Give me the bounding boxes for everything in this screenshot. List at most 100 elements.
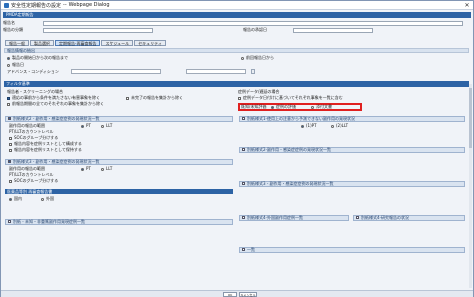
title-bar: 安全性定期報告の設定 -- Webpage Dialog ✕ [1, 1, 473, 10]
period-radio-3[interactable]: 報告日 [7, 62, 24, 67]
left1-item-4[interactable]: 報告内容を症例リストとして構成する [9, 141, 82, 146]
report-category-label: 報告の分類 [3, 27, 23, 32]
checkbox-off-icon [8, 220, 11, 223]
approval-date-input[interactable] [293, 27, 373, 33]
approval-date-label: 報告の承認日 [243, 27, 267, 32]
radio-on-icon [271, 105, 274, 109]
report-name-label: 報告名 [3, 20, 15, 25]
tab-general[interactable]: 報告一般 [5, 40, 29, 46]
left2-item-3[interactable]: SOCのグループ分けする [9, 178, 58, 183]
left1-item-1: 副作用の報告の範囲 [9, 123, 45, 128]
left2-radio-llt[interactable]: LLT [101, 166, 112, 171]
report-type-1[interactable]: 国内 [9, 196, 22, 201]
checkbox-off-icon [9, 136, 12, 140]
calendar-icon[interactable] [251, 69, 255, 74]
left1-radio-pt[interactable]: PT [81, 123, 91, 128]
radio-on-icon [7, 56, 10, 60]
filter-right-head: 症例データ/遅延の場合 [238, 89, 280, 94]
title-separator: -- [63, 2, 67, 8]
dialog-window: 安全性定期報告の設定 -- Webpage Dialog ✕ PMDA定期報告 … [0, 0, 474, 297]
filter-section-title: フィルタ基準 [4, 81, 469, 87]
vertical-scrollbar[interactable] [469, 84, 472, 288]
panel-right-6[interactable]: 一覧 [239, 247, 465, 253]
checkbox-off-icon [7, 102, 10, 106]
left1-radio-llt[interactable]: LLT [101, 123, 112, 128]
period-section-title: 報告情報の抽出 [4, 48, 469, 53]
compound-input[interactable] [71, 69, 161, 74]
radio-on-icon [81, 124, 84, 128]
checkbox-off-icon [242, 216, 245, 219]
report-name-row: 報告名 [3, 20, 463, 26]
report-category-select[interactable] [43, 27, 153, 33]
panel-right-4[interactable]: 別紙様式4-外国副作用症例一覧 [239, 215, 349, 221]
filter-left-2[interactable]: 未完了の報告を集計から除く [126, 95, 183, 100]
known-unknown-label: 既知/未知評価 [241, 104, 267, 109]
panel-left-1[interactable]: 別紙様式2 - 副作用・感染症症例の発現状況一覧 [5, 116, 233, 122]
radio-off-icon [101, 167, 104, 171]
radio-on-icon [301, 124, 304, 128]
radio-off-icon [241, 56, 244, 60]
checkbox-off-icon [242, 148, 245, 151]
checkbox-off-icon [9, 142, 12, 146]
checkbox-on-icon [7, 96, 10, 100]
panel-right-3[interactable]: 別紙様式3 - 副作用・感染症症例の発現状況一覧 [239, 181, 465, 187]
tab-strip: 報告一般 製品選択 定期報告-再審査報告 スケジュール セキュリティ [5, 40, 166, 46]
window-title: 安全性定期報告の設定 [11, 2, 62, 9]
panel-right-2[interactable]: 別紙様式2-副作用・感染症症例の発現状況一覧 [239, 147, 465, 153]
panel-left-4[interactable]: 別紙 - 未知・非重篤副作用発現症例一覧 [5, 219, 233, 225]
period-radio-2[interactable]: 前回報告日から [241, 55, 274, 60]
period-radio-1[interactable]: 製品の開始日から次の報告まで [7, 55, 68, 60]
filter-right-1[interactable]: 症例データ日付けに基づいてそれぞれ事象を一覧に含む [238, 95, 343, 100]
radio-off-icon [41, 197, 44, 201]
filter-left-3[interactable]: 前報告期間の全てのそれぞれの事象を集計から除く [7, 101, 104, 106]
checkbox-off-icon [126, 96, 129, 100]
tab-periodic[interactable]: 定期報告-再審査報告 [55, 40, 101, 46]
checkbox-on-icon [8, 117, 11, 120]
left2-item-1: 副作用の報告の範囲 [9, 166, 45, 171]
right1-count-llt[interactable]: (2)LLT [331, 123, 348, 128]
radio-off-icon [101, 124, 104, 128]
close-icon[interactable]: ✕ [463, 2, 471, 9]
checkbox-off-icon [242, 182, 245, 185]
left2-item-2: PT/LLTのカウントレベル [9, 172, 54, 177]
tab-security[interactable]: セキュリティ [134, 40, 166, 46]
checkbox-on-icon [8, 160, 11, 163]
app-icon [4, 2, 9, 8]
window-subtitle: Webpage Dialog [68, 2, 110, 8]
left1-item-5[interactable]: 報告内容を症例リストとして保持する [9, 147, 82, 152]
radio-off-icon [7, 63, 10, 67]
filter-left-1[interactable]: 適応の事前から条件を満たさない有害事象を除く [7, 95, 100, 100]
radio-off-icon [331, 124, 334, 128]
left2-radio-pt[interactable]: PT [81, 166, 91, 171]
panel-right-1[interactable]: 別紙様式1-使用上の注意から予測できない副作用の発現状況 [239, 116, 465, 122]
panel-left-2[interactable]: 別紙様式3 - 副作用・感染症症例の発現状況一覧 [5, 159, 233, 165]
left1-item-3[interactable]: SOCのグループ分けする [9, 135, 58, 140]
ok-button[interactable]: OK [223, 292, 237, 297]
checkbox-off-icon [9, 179, 12, 183]
radio-on-icon [9, 197, 12, 201]
scroll-thumb[interactable] [469, 88, 472, 148]
known-unknown-radio-2[interactable]: 添付文書 [311, 104, 332, 109]
filter-left-head: 報告者・スクリーニングの場合 [7, 89, 63, 94]
tab-schedule[interactable]: スケジュール [101, 40, 134, 46]
compound-label: アドバンス・コンディション [7, 69, 59, 74]
report-category-row: 報告の分類 報告の承認日 [3, 27, 373, 33]
left1-item-2: PT/LLTのカウントレベル [9, 129, 54, 134]
radio-on-icon [81, 167, 84, 171]
known-unknown-radio[interactable]: 症例の評価 [271, 104, 296, 109]
dialog-footer: OK キャンセル [1, 290, 473, 297]
report-type-2[interactable]: 外国 [41, 196, 54, 201]
cancel-button[interactable]: キャンセル [239, 292, 257, 297]
checkbox-off-icon [356, 216, 359, 219]
checkbox-off-icon [238, 96, 241, 100]
date-from-input[interactable] [186, 69, 246, 74]
panel-right-5[interactable]: 別紙様式4-研究報告の状況 [353, 215, 465, 221]
checkbox-off-icon [242, 117, 245, 120]
right1-count-pt[interactable]: (1)PT [301, 123, 317, 128]
radio-off-icon [311, 105, 314, 109]
checkbox-off-icon [9, 148, 12, 152]
tab-product[interactable]: 製品選択 [30, 40, 54, 46]
report-name-input[interactable] [43, 20, 463, 26]
panel-left-3: 医薬品等別 再審査報告書 [5, 189, 233, 194]
checkbox-off-icon [242, 248, 245, 251]
